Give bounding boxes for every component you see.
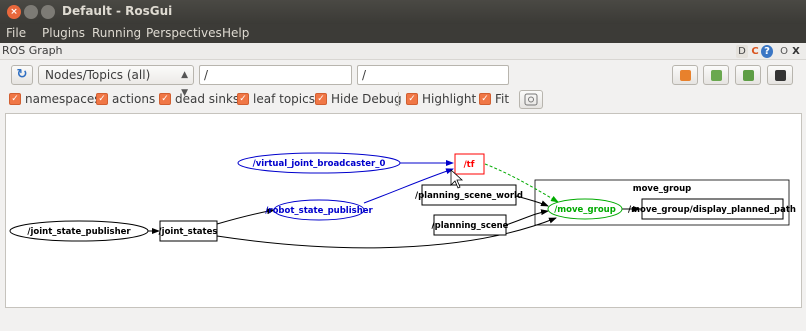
node-label: /robot_state_publisher xyxy=(265,206,373,216)
topic-label: /planning_scene_world xyxy=(415,191,523,201)
status-bar xyxy=(0,310,806,331)
checkbox-checked-icon: ✓ xyxy=(315,93,327,105)
plugin-title: ROS Graph xyxy=(2,44,63,57)
topic-label: /tf xyxy=(464,160,475,170)
node-filter-input[interactable]: / xyxy=(199,65,352,85)
checkbox-label: namespaces xyxy=(25,92,101,106)
checkbox-label: leaf topics xyxy=(253,92,315,106)
help-icon[interactable]: ? xyxy=(761,45,773,58)
save-dot-icon xyxy=(711,70,722,81)
float-icon[interactable]: O xyxy=(779,45,789,58)
ros-graph[interactable]: move_group /joint_state_publisher /virtu… xyxy=(6,114,803,309)
checkbox-label: Fit xyxy=(495,92,510,106)
minimize-window-button[interactable] xyxy=(24,5,38,19)
topic-filter-input[interactable]: / xyxy=(357,65,509,85)
checkbox-checked-icon: ✓ xyxy=(159,93,171,105)
checkbox-label: dead sinks xyxy=(175,92,240,106)
plugin-header: ROS Graph D C ? O X xyxy=(0,43,806,60)
maximize-window-button[interactable] xyxy=(41,5,55,19)
menu-bar: File Plugins Running Perspectives Help xyxy=(0,24,806,43)
reload-icon[interactable]: C xyxy=(749,45,761,58)
save-svg-icon xyxy=(743,70,754,81)
save-dot-button[interactable] xyxy=(703,65,729,85)
checkbox-checked-icon: ✓ xyxy=(96,93,108,105)
topic-label: /joint_states xyxy=(159,227,218,237)
menu-running[interactable]: Running xyxy=(92,26,141,40)
graph-toolbar: ↻ Nodes/Topics (all) ▲ ▼ / / xyxy=(0,60,806,98)
menu-help[interactable]: Help xyxy=(222,26,249,40)
save-image-button[interactable] xyxy=(767,65,793,85)
fit-in-view-button[interactable] xyxy=(519,90,543,109)
close-window-button[interactable]: × xyxy=(7,5,21,19)
fit-in-view-icon xyxy=(524,93,538,106)
options-bar: ✓ namespaces ✓ actions ✓ dead sinks ✓ leaf t… xyxy=(0,88,806,110)
title-bar: × Default - RosGui xyxy=(0,0,806,24)
window-title: Default - RosGui xyxy=(62,4,173,18)
checkbox-checked-icon: ✓ xyxy=(237,93,249,105)
checkbox-label: Highlight xyxy=(422,92,477,106)
toolbar-separator xyxy=(398,92,399,107)
load-dot-button[interactable] xyxy=(672,65,698,85)
checkbox-label: Hide Debug xyxy=(331,92,402,106)
menu-plugins[interactable]: Plugins xyxy=(42,26,85,40)
checkbox-checked-icon: ✓ xyxy=(9,93,21,105)
load-dot-icon xyxy=(680,70,691,81)
graph-canvas[interactable]: move_group /joint_state_publisher /virtu… xyxy=(5,113,802,308)
topic-label: /planning_scene xyxy=(432,221,509,231)
node-label: /move_group xyxy=(554,205,616,215)
topic-label: /move_group/display_planned_path xyxy=(628,205,796,215)
node-label: /joint_state_publisher xyxy=(27,227,131,237)
menu-perspectives[interactable]: Perspectives xyxy=(146,26,222,40)
graph-mode-value: Nodes/Topics (all) xyxy=(45,68,151,82)
checkbox-label: actions xyxy=(112,92,156,106)
refresh-icon[interactable]: ↻ xyxy=(11,65,33,85)
close-plugin-icon[interactable]: X xyxy=(791,45,801,58)
checkbox-checked-icon: ✓ xyxy=(479,93,491,105)
node-label: /virtual_joint_broadcaster_0 xyxy=(253,159,386,169)
dock-icon[interactable]: D xyxy=(736,45,748,58)
save-svg-button[interactable] xyxy=(735,65,761,85)
checkbox-checked-icon: ✓ xyxy=(406,93,418,105)
menu-file[interactable]: File xyxy=(6,26,26,40)
save-image-icon xyxy=(775,70,786,81)
namespace-label: move_group xyxy=(633,184,692,194)
graph-mode-select[interactable]: Nodes/Topics (all) ▲ ▼ xyxy=(38,65,194,98)
